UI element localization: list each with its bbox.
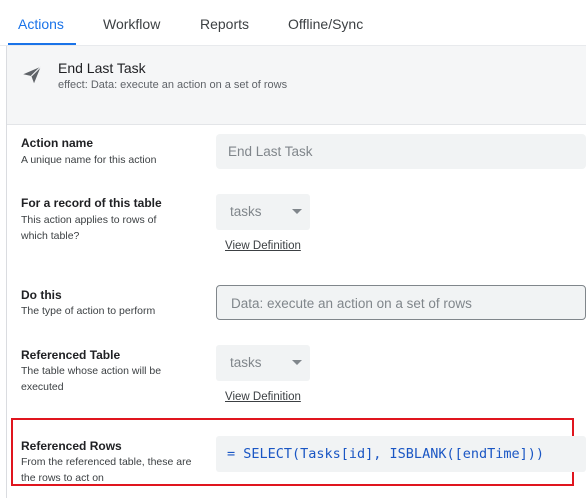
tab-offline-sync[interactable]: Offline/Sync — [288, 16, 363, 32]
tab-reports[interactable]: Reports — [200, 16, 249, 32]
referenced-rows-description: From the referenced table, these are the… — [21, 456, 192, 484]
for-record-description: This action applies to rows of which tab… — [21, 214, 157, 242]
referenced-rows-expression[interactable]: = SELECT(Tasks[id], ISBLANK([endTime])) — [216, 436, 586, 472]
for-record-value: tasks — [230, 204, 262, 219]
action-name-input[interactable]: End Last Task — [216, 134, 586, 169]
for-record-label: For a record of this table — [21, 196, 162, 210]
send-icon — [23, 66, 42, 84]
subtitle-prefix: effect: — [58, 79, 88, 91]
action-title: End Last Task — [58, 60, 146, 76]
do-this-select[interactable]: Data: execute an action on a set of rows — [216, 285, 586, 320]
action-name-description: A unique name for this action — [21, 154, 157, 166]
tab-actions[interactable]: Actions — [18, 16, 64, 32]
do-this-description: The type of action to perform — [21, 305, 156, 317]
referenced-rows-label: Referenced Rows — [21, 439, 122, 453]
view-definition-link[interactable]: View Definition — [225, 240, 301, 252]
subtitle-value: Data: execute an action on a set of rows — [90, 79, 288, 91]
tab-bar: Actions Workflow Reports Offline/Sync — [0, 0, 586, 46]
caret-down-icon — [292, 209, 302, 214]
caret-down-icon — [292, 360, 302, 365]
referenced-table-select[interactable]: tasks — [216, 345, 310, 381]
action-subtitle: effect: Data: execute an action on a set… — [58, 79, 287, 91]
do-this-label: Do this — [21, 288, 62, 302]
action-name-label: Action name — [21, 136, 94, 150]
referenced-table-description: The table whose action will be executed — [21, 365, 162, 393]
referenced-table-value: tasks — [230, 355, 262, 370]
for-record-select[interactable]: tasks — [216, 194, 310, 230]
tab-workflow[interactable]: Workflow — [103, 16, 160, 32]
view-definition-link-2[interactable]: View Definition — [225, 391, 301, 403]
referenced-table-label: Referenced Table — [21, 348, 121, 362]
